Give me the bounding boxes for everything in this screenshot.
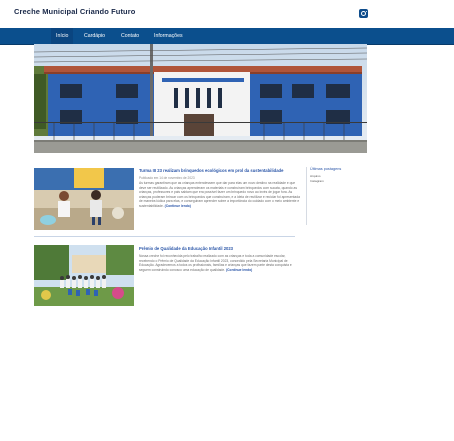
hero-school-photo xyxy=(34,44,367,153)
post-excerpt-text: Nossa creche foi reconhecida pelo trabal… xyxy=(139,254,292,272)
sidebar-title: Últimas postagens xyxy=(310,167,342,171)
read-more-link[interactable]: (Continue lendo) xyxy=(165,204,191,208)
post-excerpt: As turmas garantiram que as crianças ent… xyxy=(139,181,301,209)
post-title[interactable]: Prêmio de Qualidade da Educação Infantil… xyxy=(139,246,299,251)
post-excerpt-text: As turmas garantiram que as crianças ent… xyxy=(139,181,300,208)
post-image-premio[interactable] xyxy=(34,245,134,306)
read-more-link[interactable]: (Continue lendo) xyxy=(226,268,252,272)
post-excerpt: Nossa creche foi reconhecida pelo trabal… xyxy=(139,254,299,272)
nav-item-inicio[interactable]: Início xyxy=(51,28,74,44)
post-title[interactable]: Turma III 23 realizam brinquedos ecológi… xyxy=(139,168,299,173)
site-title[interactable]: Creche Municipal Criando Futuro xyxy=(14,7,135,16)
post-image-brinquedos[interactable] xyxy=(34,168,134,230)
sidebar-divider xyxy=(306,167,307,225)
nav-item-cardapio[interactable]: Cardápio xyxy=(79,28,110,44)
site-header: Creche Municipal Criando Futuro xyxy=(0,0,454,28)
nav-item-informacoes[interactable]: Informações xyxy=(149,28,188,44)
sidebar-link-instagram[interactable]: Instagram xyxy=(310,179,324,183)
post-date: Publicado em 14 de novembro de 2023 xyxy=(139,176,195,180)
main-nav: Início Cardápio Contato Informações xyxy=(0,28,454,45)
nav-item-contato[interactable]: Contato xyxy=(116,28,144,44)
sidebar-link-arquivo[interactable]: Arquivo xyxy=(310,174,321,178)
post-divider xyxy=(34,236,295,237)
instagram-icon[interactable] xyxy=(359,9,368,18)
